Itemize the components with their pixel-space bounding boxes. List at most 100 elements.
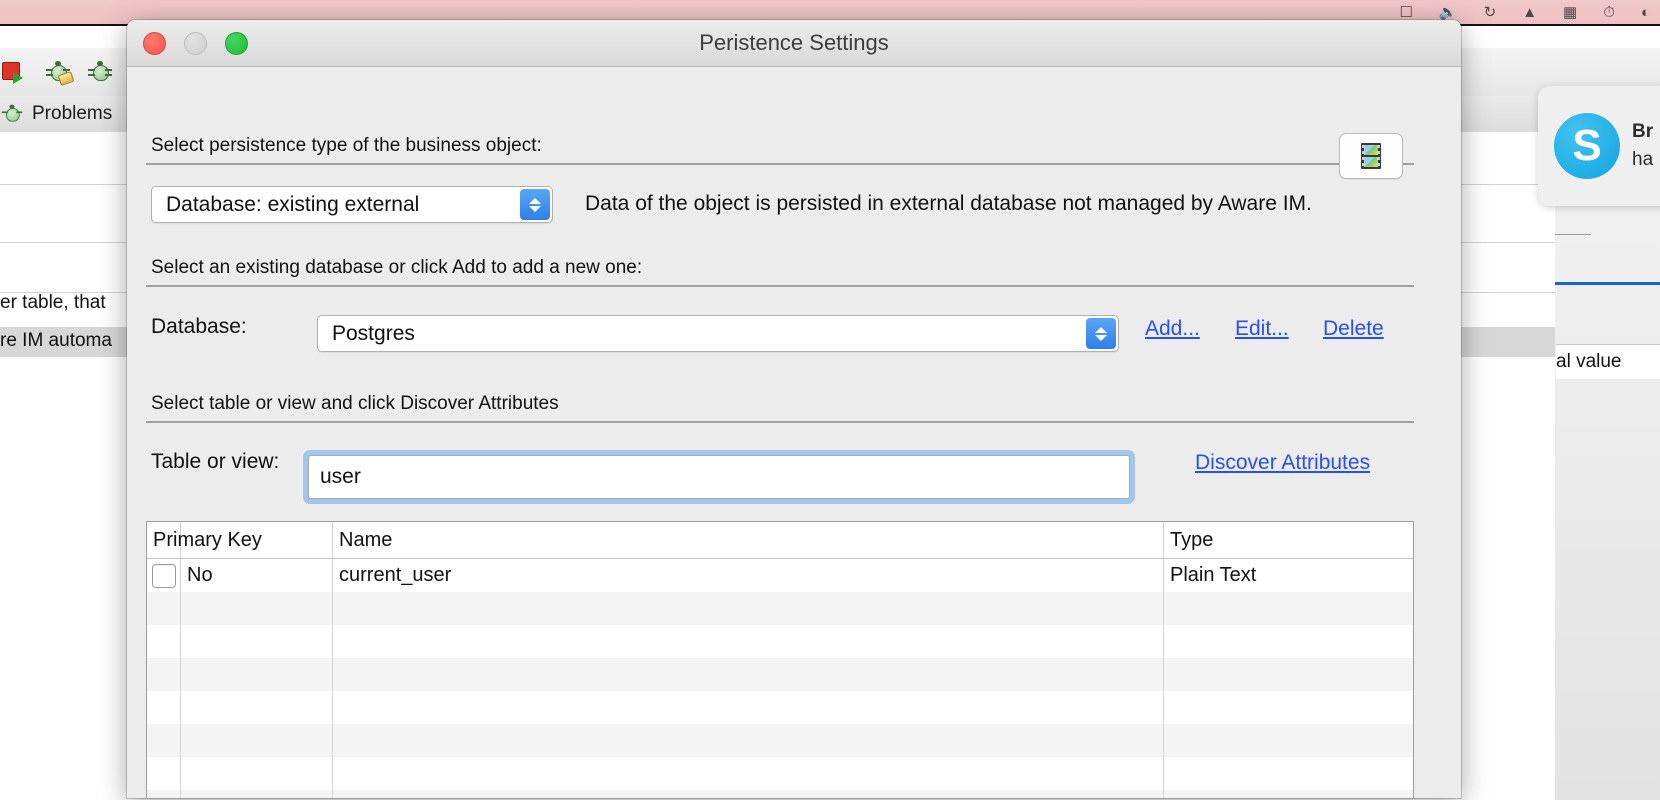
table-section-label: Select table or view and click Discover … [151, 393, 559, 414]
persistence-type-description: Data of the object is persisted in exter… [585, 192, 1312, 215]
debug-bug-icon[interactable] [46, 61, 75, 86]
table-row[interactable] [147, 625, 1413, 658]
cell-primary-key [181, 658, 333, 691]
attributes-table-body: No current_user Plain Text [147, 559, 1413, 798]
problems-bug-icon [1, 104, 23, 124]
persistence-settings-dialog: Peristence Settings Select persistence t… [127, 20, 1461, 798]
table-row[interactable] [147, 724, 1413, 757]
cell-name [333, 592, 1164, 625]
skype-logo-icon [1554, 113, 1620, 179]
table-row[interactable] [147, 757, 1413, 790]
dialog-title: Peristence Settings [699, 30, 889, 55]
table-row[interactable] [147, 658, 1413, 691]
minimize-button[interactable] [184, 32, 207, 55]
cell-name [333, 625, 1164, 658]
cell-primary-key [181, 757, 333, 790]
column-header-name[interactable]: Name [333, 522, 1164, 558]
stop-run-icon[interactable] [2, 59, 28, 85]
cell-name [333, 691, 1164, 724]
primary-key-checkbox[interactable] [151, 563, 176, 588]
cell-type [1164, 757, 1413, 790]
ide-active-row-indicator [1555, 282, 1660, 285]
row-select-cell[interactable] [147, 658, 181, 691]
delete-database-link[interactable]: Delete [1323, 317, 1384, 341]
screen: ☐ 🔈 ↻ ▲ ▦ ⏱ ◐ Problems er table, that re… [0, 0, 1660, 800]
persistence-type-section-label: Select persistence type of the business … [151, 135, 542, 156]
cell-type [1164, 691, 1413, 724]
row-select-cell[interactable] [147, 724, 181, 757]
ide-text-line-1: er table, that [0, 292, 106, 313]
cell-primary-key [181, 625, 333, 658]
tab-problems[interactable]: Problems [0, 96, 112, 132]
cell-name [333, 724, 1164, 757]
cell-name [333, 757, 1164, 790]
upload-icon[interactable]: ▲ [1522, 5, 1537, 20]
row-select-cell[interactable] [147, 757, 181, 790]
cell-primary-key [181, 691, 333, 724]
section-divider [146, 285, 1414, 287]
ide-text-line-2: re IM automa [0, 330, 112, 351]
chevron-updown-icon[interactable] [1086, 318, 1116, 349]
skype-toast-line1: Br [1632, 120, 1654, 142]
database-field-label: Database: [151, 315, 247, 338]
database-value: Postgres [332, 321, 415, 345]
cell-name [333, 790, 1164, 798]
row-select-cell[interactable] [147, 625, 181, 658]
skype-notification-toast[interactable]: Br ha [1538, 86, 1660, 206]
skype-toast-line2: ha [1632, 149, 1654, 170]
row-select-cell[interactable] [147, 790, 181, 798]
cell-type: Plain Text [1170, 564, 1257, 586]
column-header-type[interactable]: Type [1164, 522, 1413, 558]
tab-problems-label: Problems [32, 103, 113, 124]
attributes-table-header: Primary Key Name Type [147, 522, 1413, 559]
column-header-primary-key[interactable]: Primary Key [147, 522, 333, 558]
close-button[interactable] [143, 32, 166, 55]
table-row[interactable] [147, 592, 1413, 625]
divider [1555, 234, 1591, 235]
database-dropdown[interactable]: Postgres [317, 315, 1119, 352]
cell-primary-key [181, 592, 333, 625]
skype-notification-text: Br ha [1632, 118, 1653, 175]
row-select-cell[interactable] [147, 592, 181, 625]
persistence-type-dropdown[interactable]: Database: existing external [151, 186, 553, 223]
table-row[interactable] [147, 790, 1413, 798]
database-section-label: Select an existing database or click Add… [151, 257, 643, 278]
dialog-body: Select persistence type of the business … [127, 67, 1461, 798]
zoom-button[interactable] [225, 32, 248, 55]
cell-type [1164, 790, 1413, 798]
clock-icon[interactable]: ⏱ [1603, 5, 1615, 20]
volume-icon[interactable]: 🔈 [1439, 5, 1458, 20]
table-or-view-field-wrapper [304, 451, 1134, 503]
help-media-button[interactable] [1339, 133, 1403, 179]
keyboard-icon[interactable]: ▦ [1563, 5, 1577, 20]
table-row[interactable]: No current_user Plain Text [147, 559, 1413, 592]
film-strip-icon [1356, 141, 1386, 171]
ide-column-header: al value [1556, 344, 1660, 379]
cell-type [1164, 658, 1413, 691]
bug-icon[interactable] [88, 61, 112, 83]
table-row[interactable] [147, 691, 1413, 724]
table-field-label: Table or view: [151, 450, 280, 473]
row-select-cell[interactable] [147, 691, 181, 724]
dialog-titlebar[interactable]: Peristence Settings [127, 20, 1461, 67]
add-database-link[interactable]: Add... [1145, 317, 1200, 341]
cell-primary-key: No [181, 559, 333, 592]
chevron-updown-icon[interactable] [520, 189, 550, 220]
cell-primary-key [181, 790, 333, 798]
inbox-icon[interactable]: ☐ [1399, 5, 1412, 20]
cell-type [1164, 592, 1413, 625]
section-divider [146, 421, 1414, 423]
cell-type [1164, 625, 1413, 658]
wifi-icon[interactable]: ◐ [1641, 5, 1650, 20]
attributes-table: Primary Key Name Type No current_user Plai… [146, 521, 1414, 798]
cell-name [333, 658, 1164, 691]
cell-type [1164, 724, 1413, 757]
ide-right-panel [1555, 132, 1660, 800]
table-or-view-input[interactable] [308, 455, 1130, 499]
time-machine-icon[interactable]: ↻ [1484, 5, 1497, 20]
discover-attributes-link[interactable]: Discover Attributes [1195, 451, 1370, 475]
edit-database-link[interactable]: Edit... [1235, 317, 1289, 341]
section-divider [146, 163, 1414, 165]
row-select-cell[interactable] [147, 559, 181, 592]
window-controls [143, 32, 248, 55]
